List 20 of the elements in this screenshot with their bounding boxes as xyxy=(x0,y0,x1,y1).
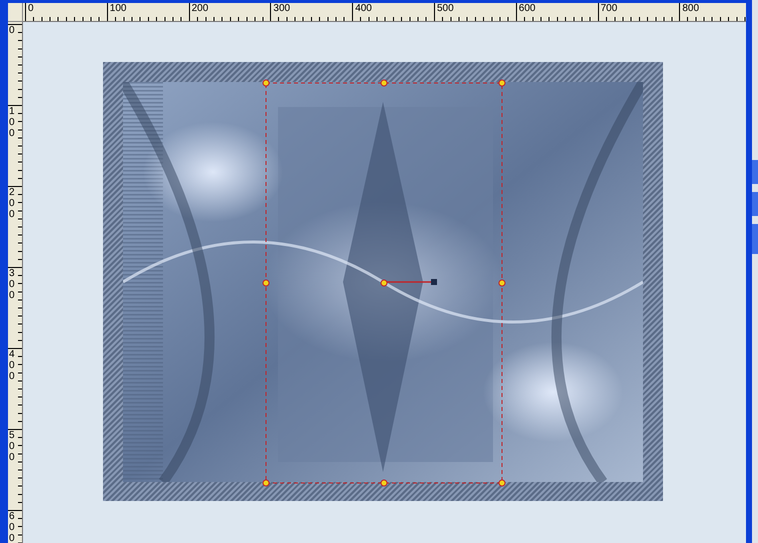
ruler-label: 0 xyxy=(8,25,16,36)
ruler-label: 800 xyxy=(681,3,700,14)
ruler-label: 700 xyxy=(600,3,618,14)
ruler-label: 600 xyxy=(8,511,16,543)
panel-tab[interactable] xyxy=(752,224,758,254)
ruler-label: 300 xyxy=(272,3,292,14)
ruler-label: 200 xyxy=(8,187,16,220)
ruler-label: 0 xyxy=(27,3,35,14)
ruler-label: 100 xyxy=(108,3,128,14)
ruler-label: 500 xyxy=(436,3,455,14)
panel-tab[interactable] xyxy=(752,160,758,184)
ruler-label: 200 xyxy=(190,3,210,14)
selection-rectangle[interactable] xyxy=(264,81,504,485)
ruler-label: 400 xyxy=(354,3,373,14)
ruler-label: 600 xyxy=(518,3,536,14)
ruler-label: 300 xyxy=(8,268,16,301)
ruler-label: 400 xyxy=(8,349,16,382)
ruler-label: 100 xyxy=(8,106,16,139)
panel-tab[interactable] xyxy=(752,192,758,216)
ruler-label: 500 xyxy=(8,430,16,463)
